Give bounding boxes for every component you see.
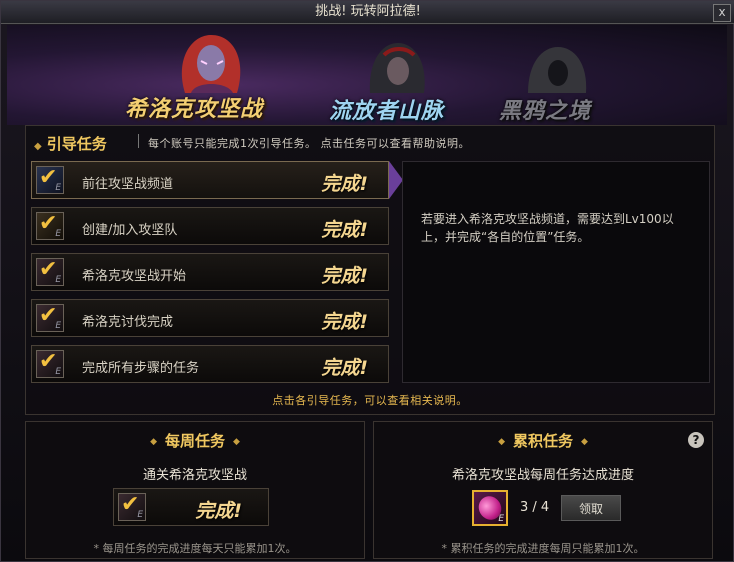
equip-mark: E (55, 275, 61, 285)
weekly-task-panel: ◆ 每周任务 ◆ 通关希洛克攻坚战 ✔ E 完成! * 每周任务的完成进度每天只能累… (25, 421, 365, 559)
window-title: 挑战! 玩转阿拉德! (315, 4, 421, 19)
accumulate-task-panel: ◆ 累积任务 ◆ ? 希洛克攻坚战每周任务达成进度 E 3 / 4 领取 * 累积任… (373, 421, 713, 559)
task-label: 希洛克攻坚战开始 (82, 269, 187, 284)
accumulate-title-text: 累积任务 (512, 432, 573, 450)
weekly-footer: * 每周任务的完成进度每天只能累加1次。 (93, 542, 297, 555)
guide-task-panel: ◆ 引导任务 每个账号只能完成1次引导任务。 点击任务可以查看帮助说明。 ✔ E … (25, 125, 715, 415)
task-description-panel: 若要进入希洛克攻坚战频道，需要达到Lv100以上，并完成“各自的位置”任务。 (402, 161, 710, 383)
tab-black-crow[interactable]: 黑鸦之境 (499, 93, 591, 125)
guide-heading: ◆ 引导任务 (34, 133, 107, 154)
divider (138, 134, 139, 148)
black-crow-portrait-icon (528, 47, 587, 93)
task-status: 完成! (195, 500, 242, 522)
task-label: 创建/加入攻坚队 (82, 223, 178, 238)
tab-siroco-raid[interactable]: 希洛克攻坚战 (125, 91, 263, 123)
guide-footer: 点击各引导任务，可以查看相关说明。 (272, 394, 468, 407)
tab-label: 希洛克攻坚战 (125, 97, 264, 122)
guide-note: 每个账号只能完成1次引导任务。 点击任务可以查看帮助说明。 (148, 137, 470, 150)
task-status: 完成! (321, 311, 368, 333)
weekly-title: ◆ 每周任务 ◆ (26, 430, 364, 451)
task-icon: ✔ E (36, 211, 64, 240)
task-status: 完成! (321, 265, 368, 287)
diamond-icon: ◆ (34, 141, 42, 152)
close-button[interactable]: x (713, 4, 731, 22)
challenge-window: 挑战! 玩转阿拉德! x 希洛克攻坚战 流放者山脉 黑鸦之境 ◆ 引导任务 每个… (0, 0, 734, 562)
task-status: 完成! (321, 219, 368, 241)
title-bar: 挑战! 玩转阿拉德! x (1, 1, 734, 24)
guide-heading-text: 引导任务 (46, 135, 107, 153)
dungeon-banner: 希洛克攻坚战 流放者山脉 黑鸦之境 (7, 25, 727, 125)
task-icon: ✔ E (36, 257, 64, 286)
equip-mark: E (55, 321, 61, 331)
task-icon: ✔ E (36, 303, 64, 332)
task-icon: ✔ E (36, 349, 64, 378)
guide-task-2[interactable]: ✔ E 创建/加入攻坚队 完成! (31, 207, 389, 245)
task-status: 完成! (321, 357, 368, 379)
equip-mark: E (137, 510, 143, 520)
guide-task-4[interactable]: ✔ E 希洛克讨伐完成 完成! (31, 299, 389, 337)
guide-task-3[interactable]: ✔ E 希洛克攻坚战开始 完成! (31, 253, 389, 291)
accumulate-title: ◆ 累积任务 ◆ (374, 430, 712, 451)
task-label: 希洛克讨伐完成 (82, 315, 174, 330)
reward-item-icon[interactable]: E (472, 490, 508, 526)
equip-mark: E (55, 229, 61, 239)
tab-label: 黑鸦之境 (499, 99, 592, 124)
accumulate-subtitle: 希洛克攻坚战每周任务达成进度 (451, 468, 634, 483)
help-icon[interactable]: ? (688, 432, 704, 448)
diamond-icon: ◆ (581, 437, 588, 447)
weekly-title-text: 每周任务 (164, 432, 225, 450)
equip-mark: E (55, 367, 61, 377)
weekly-task-item[interactable]: ✔ E 完成! (113, 488, 269, 526)
tab-label: 流放者山脉 (329, 99, 445, 124)
equip-mark: E (55, 183, 61, 193)
weekly-subtitle: 通关希洛克攻坚战 (142, 468, 247, 483)
close-icon: x (718, 5, 726, 19)
selected-task-arrow-icon (389, 161, 403, 199)
diamond-icon: ◆ (233, 437, 240, 447)
task-label: 前往攻坚战频道 (82, 177, 174, 192)
claim-button[interactable]: 领取 (561, 495, 621, 521)
guide-task-5[interactable]: ✔ E 完成所有步骤的任务 完成! (31, 345, 389, 383)
task-label: 完成所有步骤的任务 (82, 361, 200, 376)
task-icon: ✔ E (36, 165, 64, 194)
task-status: 完成! (321, 173, 368, 195)
equip-mark: E (498, 514, 504, 524)
exile-portrait-icon (369, 43, 425, 93)
accumulate-footer: * 累积任务的完成进度每周只能累加1次。 (441, 542, 645, 555)
tab-exile-mountains[interactable]: 流放者山脉 (329, 93, 444, 125)
task-icon: ✔ E (118, 492, 146, 521)
diamond-icon: ◆ (150, 437, 157, 447)
guide-task-1[interactable]: ✔ E 前往攻坚战频道 完成! (31, 161, 389, 199)
task-description: 若要进入希洛克攻坚战频道，需要达到Lv100以上，并完成“各自的位置”任务。 (421, 212, 674, 244)
siroco-portrait-icon (181, 34, 241, 93)
diamond-icon: ◆ (498, 437, 505, 447)
progress-counter: 3 / 4 (520, 500, 550, 515)
